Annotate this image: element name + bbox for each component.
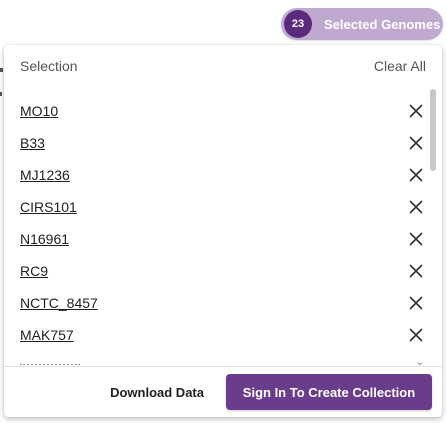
- close-icon[interactable]: [404, 195, 428, 219]
- list-item: B33: [4, 127, 442, 159]
- genome-link[interactable]: N16961: [20, 231, 69, 247]
- genome-link[interactable]: CIRS101: [20, 199, 77, 215]
- genome-link[interactable]: MJ1236: [20, 167, 70, 183]
- genome-link[interactable]: B33: [20, 135, 45, 151]
- download-data-button[interactable]: Download Data: [110, 385, 204, 400]
- genome-link[interactable]: MO10: [20, 103, 58, 119]
- selected-genomes-pill[interactable]: 23 Selected Genomes: [281, 8, 443, 40]
- close-icon[interactable]: [404, 99, 428, 123]
- list-item: N16961: [4, 223, 442, 255]
- close-icon[interactable]: [404, 227, 428, 251]
- close-icon[interactable]: [404, 131, 428, 155]
- background-page-edge: [0, 68, 3, 72]
- list-item: MJ1236: [4, 159, 442, 191]
- list-item: MO10: [4, 95, 442, 127]
- selected-count-badge: 23: [284, 10, 312, 38]
- genome-link[interactable]: NCTC_8457: [20, 295, 98, 311]
- panel-header: Selection Clear All: [4, 45, 442, 87]
- list-item: CIRS101: [4, 191, 442, 223]
- list-item: MAK757: [4, 319, 442, 351]
- sign-in-create-collection-button[interactable]: Sign In To Create Collection: [226, 374, 432, 410]
- genome-link[interactable]: MAK757: [20, 327, 74, 343]
- selected-genomes-label: Selected Genomes: [324, 16, 441, 32]
- genome-selection-view: 23 Selected Genomes Selection Clear All …: [0, 0, 447, 424]
- close-icon[interactable]: [404, 291, 428, 315]
- partially-hidden-item: [20, 361, 80, 365]
- close-icon[interactable]: [404, 323, 428, 347]
- list-item: NCTC_8457: [4, 287, 442, 319]
- panel-footer: Download Data Sign In To Create Collecti…: [4, 367, 442, 417]
- close-icon[interactable]: [404, 259, 428, 283]
- selection-panel: Selection Clear All MO10 B33 MJ1236 CIRS…: [4, 45, 442, 417]
- scrollbar-thumb[interactable]: [430, 89, 436, 171]
- genome-link[interactable]: RC9: [20, 263, 48, 279]
- close-icon[interactable]: [404, 163, 428, 187]
- list-item: RC9: [4, 255, 442, 287]
- background-page-edge: [0, 92, 2, 96]
- selection-heading: Selection: [20, 58, 78, 74]
- clear-all-button[interactable]: Clear All: [374, 58, 426, 74]
- selection-list: MO10 B33 MJ1236 CIRS101 N16961 RC9 NCTC_…: [4, 95, 442, 365]
